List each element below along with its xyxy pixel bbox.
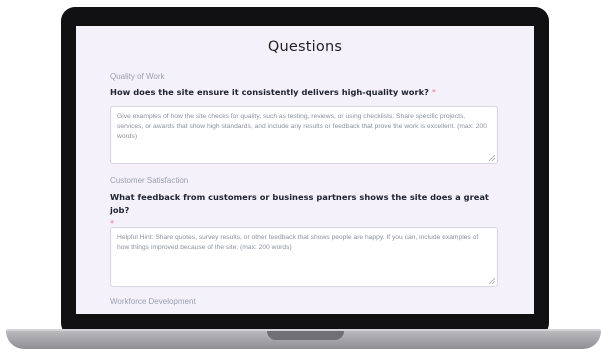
question-text: How does the site ensure it consistently… xyxy=(110,87,429,97)
answer-textarea-quality-of-work[interactable]: Give examples of how the site checks for… xyxy=(110,106,498,164)
required-asterisk: * xyxy=(431,87,436,97)
answer-textarea-customer-satisfaction[interactable]: Helpful Hint: Share quotes, survey resul… xyxy=(110,227,498,287)
laptop-notch xyxy=(267,331,344,340)
page-title: Questions xyxy=(267,39,343,55)
section-label-customer-satisfaction: Customer Satisfaction xyxy=(110,176,189,185)
question-text: What feedback from customers or business… xyxy=(110,192,489,215)
textarea-placeholder: Helpful Hint: Share quotes, survey resul… xyxy=(117,234,479,251)
laptop-screen: Questions Quality of Work How does the s… xyxy=(76,26,534,314)
section-label-workforce-development: Workforce Development xyxy=(110,297,196,306)
resize-handle-icon[interactable] xyxy=(489,155,495,161)
textarea-placeholder: Give examples of how the site checks for… xyxy=(117,113,487,140)
section-label-quality-of-work: Quality of Work xyxy=(110,72,165,81)
question-customer-satisfaction: What feedback from customers or business… xyxy=(110,191,505,230)
question-quality-of-work: How does the site ensure it consistently… xyxy=(110,86,505,99)
resize-handle-icon[interactable] xyxy=(489,278,495,284)
